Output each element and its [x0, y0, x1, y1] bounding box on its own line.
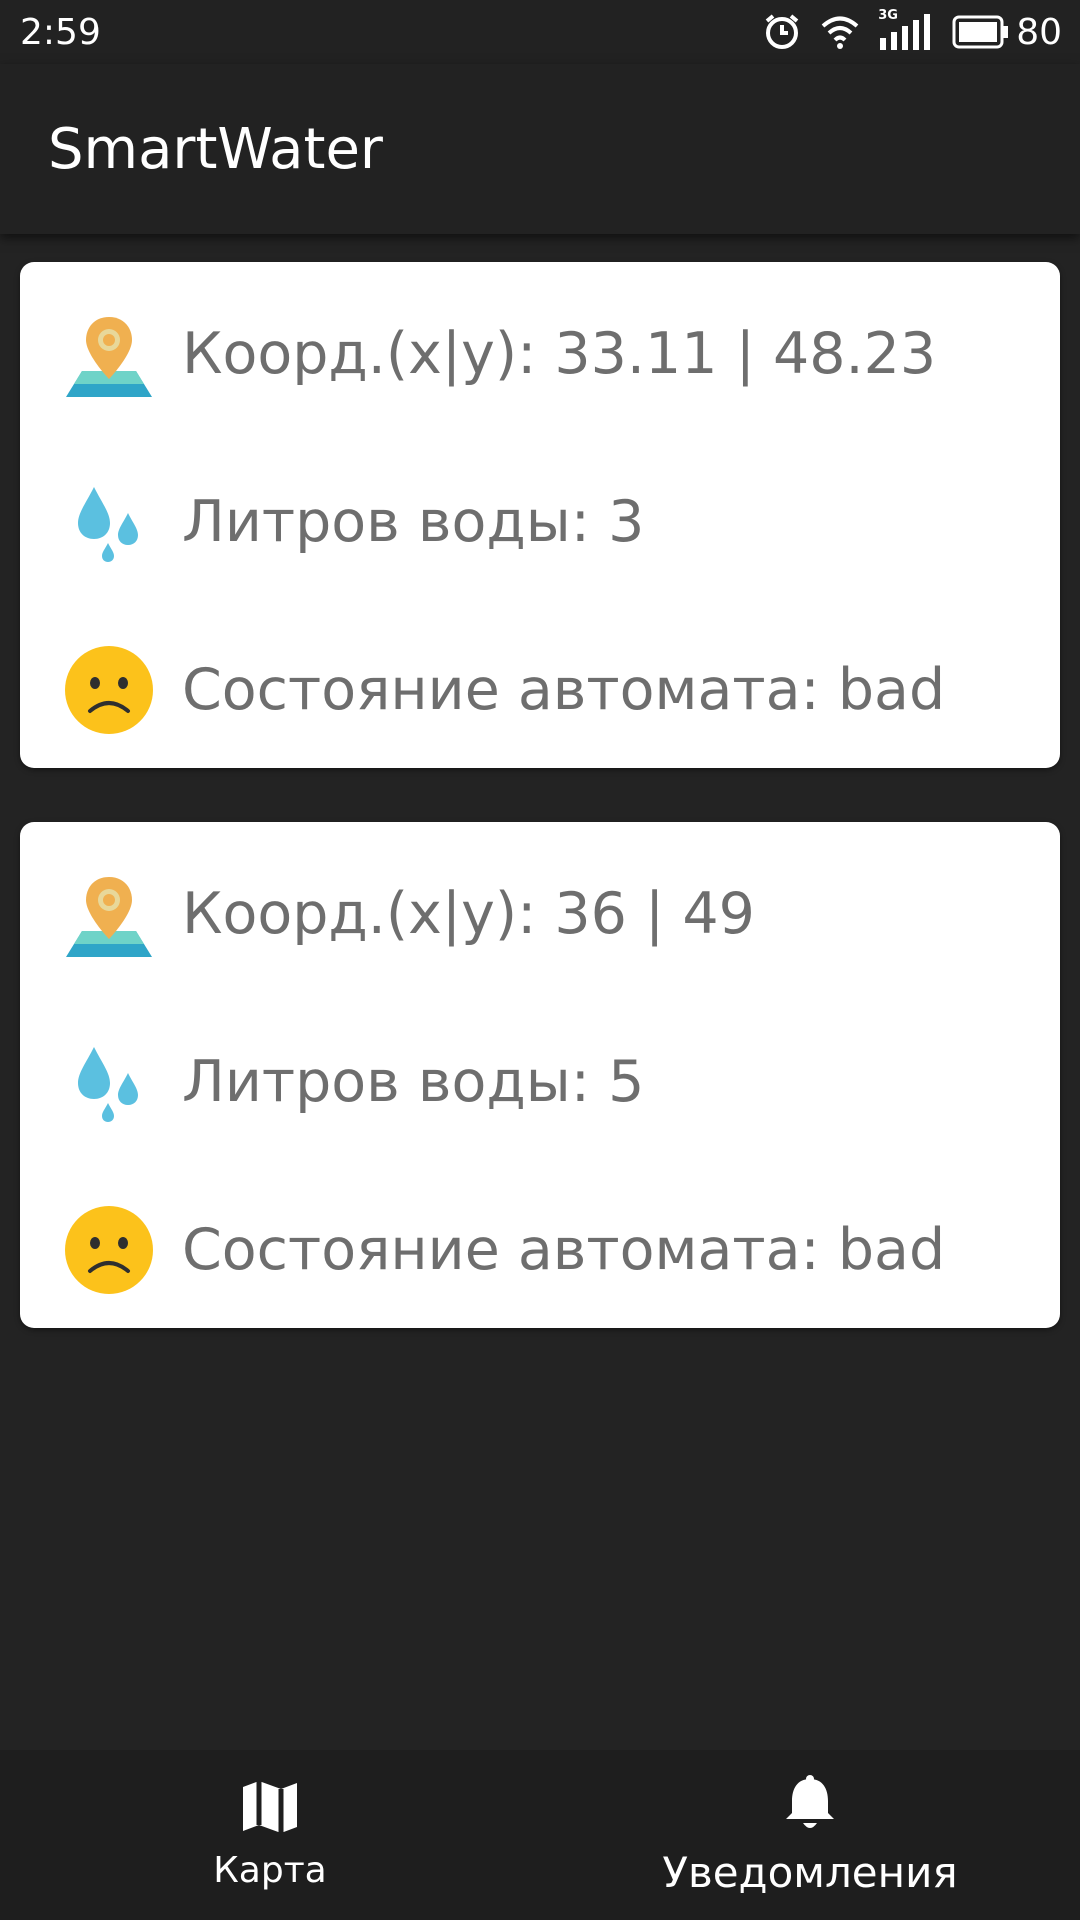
water-text: Литров воды: 5: [182, 1049, 645, 1115]
nav-item-map[interactable]: Карта: [0, 1750, 540, 1920]
cell-signal-icon: 3G: [878, 8, 934, 52]
app-title: SmartWater: [48, 116, 383, 182]
water-drops-icon: [64, 477, 154, 567]
water-row: Литров воды: 3: [64, 438, 1060, 606]
state-row: Состояние автомата: bad: [64, 606, 1060, 774]
status-time: 2:59: [20, 11, 101, 53]
water-text: Литров воды: 3: [182, 489, 645, 555]
sad-face-icon: [64, 645, 154, 735]
map-pin-icon: [64, 869, 154, 959]
water-row: Литров воды: 5: [64, 998, 1060, 1166]
nav-label-notifications: Уведомления: [662, 1848, 958, 1897]
app-bar: SmartWater: [0, 64, 1080, 234]
machine-list[interactable]: Коорд.(x|y): 33.11 | 48.23 Литров воды: …: [0, 234, 1080, 1750]
state-text: Состояние автомата: bad: [182, 1217, 946, 1283]
map-pin-icon: [64, 309, 154, 399]
machine-card[interactable]: Коорд.(x|y): 36 | 49 Литров воды: 5 Сост…: [20, 822, 1060, 1328]
map-icon: [241, 1779, 299, 1840]
coords-row: Коорд.(x|y): 33.11 | 48.23: [64, 270, 1060, 438]
state-row: Состояние автомата: bad: [64, 1166, 1060, 1334]
status-icons: 3G 80: [762, 8, 1062, 53]
state-text: Состояние автомата: bad: [182, 657, 946, 723]
sad-face-icon: [64, 1205, 154, 1295]
nav-item-notifications[interactable]: Уведомления: [540, 1750, 1080, 1920]
bell-icon: [783, 1773, 837, 1838]
battery: 80: [952, 12, 1062, 53]
water-drops-icon: [64, 1037, 154, 1127]
alarm-icon: [762, 12, 802, 52]
coords-text: Коорд.(x|y): 36 | 49: [182, 881, 755, 947]
battery-level: 80: [1016, 11, 1062, 53]
nav-label-map: Карта: [213, 1850, 327, 1891]
coords-row: Коорд.(x|y): 36 | 49: [64, 830, 1060, 998]
bottom-nav: Карта Уведомления: [0, 1750, 1080, 1920]
wifi-icon: [820, 14, 860, 50]
coords-text: Коорд.(x|y): 33.11 | 48.23: [182, 321, 937, 387]
battery-icon: [952, 15, 1010, 49]
machine-card[interactable]: Коорд.(x|y): 33.11 | 48.23 Литров воды: …: [20, 262, 1060, 768]
status-bar: 2:59 3G 80: [0, 0, 1080, 64]
